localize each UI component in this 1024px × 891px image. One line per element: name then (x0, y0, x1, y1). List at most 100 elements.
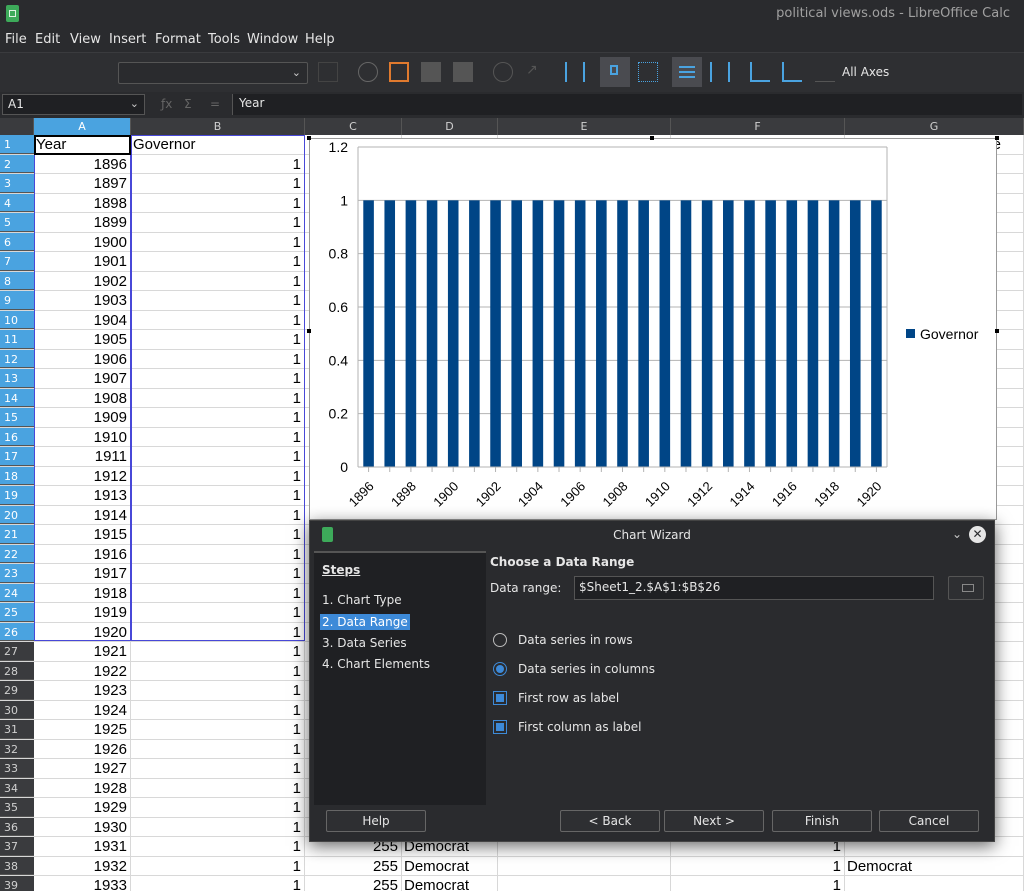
cell-a8[interactable]: 1902 (34, 271, 131, 290)
cell-b22[interactable]: 1 (131, 544, 305, 563)
cell-b20[interactable]: 1 (131, 505, 305, 524)
next-button[interactable]: Next > (664, 810, 764, 832)
column-header-d[interactable]: D (402, 118, 498, 135)
row-header[interactable]: 31 (0, 720, 34, 739)
row-header[interactable]: 38 (0, 856, 34, 875)
row-header[interactable]: 6 (0, 232, 34, 251)
cancel-button[interactable]: Cancel (879, 810, 979, 832)
cell-f38[interactable]: 1 (671, 856, 845, 875)
close-icon[interactable]: ✕ (969, 526, 986, 543)
cell-b28[interactable]: 1 (131, 661, 305, 680)
back-button[interactable]: < Back (560, 810, 660, 832)
cell-a26[interactable]: 1920 (34, 622, 131, 641)
chart-type-icon[interactable] (358, 62, 378, 82)
cell-d39[interactable]: Democrat (402, 876, 498, 891)
all-axes-label[interactable]: All Axes (842, 65, 889, 79)
radio-columns[interactable] (493, 662, 507, 676)
menu-insert[interactable]: Insert (109, 32, 146, 47)
cell-a2[interactable]: 1896 (34, 154, 131, 173)
cell-a36[interactable]: 1930 (34, 817, 131, 836)
help-button[interactable]: Help (326, 810, 426, 832)
cell-b36[interactable]: 1 (131, 817, 305, 836)
column-header-b[interactable]: B (131, 118, 305, 135)
row-header[interactable]: 22 (0, 544, 34, 563)
vertical-grids-icon[interactable] (710, 62, 730, 82)
formula-icon[interactable]: = (210, 97, 220, 111)
row-header[interactable]: 26 (0, 622, 34, 641)
name-box[interactable]: A1 ⌄ (2, 94, 145, 115)
cell-a37[interactable]: 1931 (34, 837, 131, 856)
menu-edit[interactable]: Edit (35, 32, 60, 47)
cell-a5[interactable]: 1899 (34, 213, 131, 232)
column-header-g[interactable]: G (845, 118, 1024, 135)
row-header[interactable]: 32 (0, 739, 34, 758)
cell-a7[interactable]: 1901 (34, 252, 131, 271)
shrink-dialog-button[interactable] (948, 576, 984, 600)
cell-c38[interactable]: 255 (305, 856, 402, 875)
cell-b21[interactable]: 1 (131, 525, 305, 544)
axes-icon[interactable] (750, 62, 770, 82)
row-header[interactable]: 19 (0, 486, 34, 505)
cell-f39[interactable]: 1 (671, 876, 845, 891)
cell-b1[interactable]: Governor (131, 135, 305, 154)
cell-b32[interactable]: 1 (131, 739, 305, 758)
legend-on-off-icon[interactable] (600, 57, 630, 87)
row-header[interactable]: 18 (0, 466, 34, 485)
axes-icon[interactable] (782, 62, 802, 82)
row-header[interactable]: 24 (0, 583, 34, 602)
cell-a3[interactable]: 1897 (34, 174, 131, 193)
row-header[interactable]: 35 (0, 798, 34, 817)
cell-a38[interactable]: 1932 (34, 856, 131, 875)
resize-handle[interactable] (995, 329, 999, 333)
step-data-range[interactable]: 2. Data Range (320, 614, 410, 630)
step-data-series[interactable]: 3. Data Series (322, 636, 407, 650)
row-header[interactable]: 20 (0, 505, 34, 524)
option-first-row-label[interactable]: First row as label (490, 691, 790, 709)
cell-a30[interactable]: 1924 (34, 700, 131, 719)
cell-a21[interactable]: 1915 (34, 525, 131, 544)
cell-a13[interactable]: 1907 (34, 369, 131, 388)
resize-handle[interactable] (650, 136, 654, 140)
cell-a23[interactable]: 1917 (34, 564, 131, 583)
formula-input[interactable]: Year (232, 94, 1022, 115)
cell-a33[interactable]: 1927 (34, 759, 131, 778)
cell-b12[interactable]: 1 (131, 349, 305, 368)
row-header[interactable]: 10 (0, 310, 34, 329)
cell-b35[interactable]: 1 (131, 798, 305, 817)
cell-a10[interactable]: 1904 (34, 310, 131, 329)
cell-b26[interactable]: 1 (131, 622, 305, 641)
cell-a27[interactable]: 1921 (34, 642, 131, 661)
row-header[interactable]: 23 (0, 564, 34, 583)
row-header[interactable]: 37 (0, 837, 34, 856)
row-header[interactable]: 16 (0, 427, 34, 446)
row-header[interactable]: 14 (0, 388, 34, 407)
cell-g38[interactable]: Democrat (845, 856, 1024, 875)
chart-3d-icon[interactable] (453, 62, 473, 82)
cell-a15[interactable]: 1909 (34, 408, 131, 427)
cell-c39[interactable]: 255 (305, 876, 402, 891)
row-header[interactable]: 28 (0, 661, 34, 680)
cell-a19[interactable]: 1913 (34, 486, 131, 505)
cell-b11[interactable]: 1 (131, 330, 305, 349)
cell-a14[interactable]: 1908 (34, 388, 131, 407)
cell-b30[interactable]: 1 (131, 700, 305, 719)
row-header[interactable]: 11 (0, 330, 34, 349)
cell-b9[interactable]: 1 (131, 291, 305, 310)
checkbox-first-column[interactable] (493, 720, 507, 734)
cell-a9[interactable]: 1903 (34, 291, 131, 310)
cell-a35[interactable]: 1929 (34, 798, 131, 817)
option-first-column-label[interactable]: First column as label (490, 720, 790, 738)
cell-a16[interactable]: 1910 (34, 427, 131, 446)
option-series-in-rows[interactable]: Data series in rows (490, 633, 790, 651)
cell-b2[interactable]: 1 (131, 154, 305, 173)
cell-b25[interactable]: 1 (131, 603, 305, 622)
cell-a11[interactable]: 1905 (34, 330, 131, 349)
row-header[interactable]: 30 (0, 700, 34, 719)
cell-b3[interactable]: 1 (131, 174, 305, 193)
cell-b19[interactable]: 1 (131, 486, 305, 505)
menu-format[interactable]: Format (155, 32, 201, 47)
row-header[interactable]: 5 (0, 213, 34, 232)
cell-b24[interactable]: 1 (131, 583, 305, 602)
cell-a6[interactable]: 1900 (34, 232, 131, 251)
row-header[interactable]: 1 (0, 135, 34, 154)
